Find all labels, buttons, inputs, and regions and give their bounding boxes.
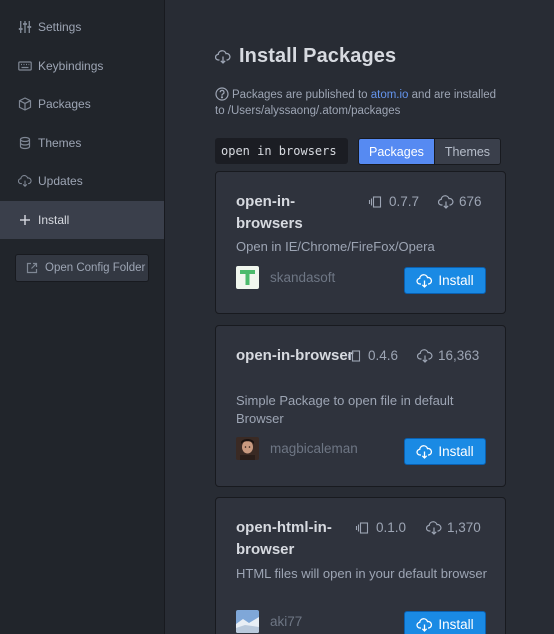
- cloud-download-icon: [426, 520, 442, 535]
- sidebar-item-label: Themes: [38, 136, 82, 150]
- cloud-download-icon: [438, 194, 454, 209]
- package-downloads: 676: [438, 194, 482, 209]
- package-search-input[interactable]: open in browsers: [215, 138, 348, 164]
- cloud-download-icon: [416, 273, 433, 288]
- version-value: 0.4.6: [368, 348, 399, 363]
- package-name[interactable]: open-in-browser: [236, 345, 356, 367]
- cloud-download-icon: [416, 444, 433, 459]
- package-version: 0.4.6: [347, 348, 398, 363]
- install-panel: Install Packages Packages are published …: [165, 0, 554, 634]
- version-value: 0.1.0: [376, 520, 407, 535]
- avatar: [236, 437, 259, 460]
- package-type-toggle: Packages Themes: [358, 138, 502, 165]
- package-version: 0.1.0: [355, 520, 406, 535]
- package-downloads: 1,370: [426, 520, 481, 535]
- sidebar-item-label: Keybindings: [38, 59, 104, 73]
- cloud-download-icon: [214, 49, 233, 68]
- themes-toggle-button[interactable]: Themes: [433, 139, 501, 164]
- page-header: Install Packages: [214, 45, 397, 68]
- paintcan-icon: [17, 135, 33, 151]
- cloud-download-icon: [416, 617, 433, 632]
- install-button[interactable]: Install: [404, 267, 486, 294]
- author-name: skandasoft: [270, 270, 336, 285]
- avatar: [236, 610, 259, 633]
- install-label: Install: [438, 444, 474, 459]
- versions-icon: [368, 195, 382, 208]
- page-title: Install Packages: [239, 45, 397, 67]
- package-name[interactable]: open-in-browsers: [236, 191, 356, 235]
- sidebar-item-updates[interactable]: Updates: [0, 162, 164, 200]
- package-description: Simple Package to open file in default B…: [236, 393, 454, 426]
- install-label: Install: [438, 273, 474, 288]
- sidebar-item-packages[interactable]: Packages: [0, 85, 164, 123]
- author-name: magbicaleman: [270, 441, 358, 456]
- sidebar-item-keybindings[interactable]: Keybindings: [0, 47, 164, 85]
- cloud-download-icon: [17, 173, 33, 189]
- info-prefix: Packages are published to: [232, 89, 371, 101]
- sidebar-item-settings[interactable]: Settings: [0, 8, 164, 46]
- author-name: aki77: [270, 614, 303, 629]
- config-button-label: Open Config Folder: [45, 262, 146, 274]
- sidebar: Settings Keybindings Packages Themes Upd…: [0, 0, 165, 634]
- install-button[interactable]: Install: [404, 438, 486, 465]
- package-version: 0.7.7: [368, 194, 419, 209]
- package-author[interactable]: magbicaleman: [236, 437, 358, 460]
- sidebar-item-label: Updates: [38, 174, 83, 188]
- external-link-icon: [25, 260, 39, 276]
- keyboard-icon: [17, 58, 33, 74]
- package-author[interactable]: aki77: [236, 610, 302, 633]
- versions-icon: [347, 349, 361, 362]
- packages-toggle-button[interactable]: Packages: [359, 139, 434, 164]
- downloads-value: 676: [459, 194, 482, 209]
- package-card[interactable]: open-in-browser 0.4.6 16,363 Simple Pack…: [215, 325, 506, 487]
- sidebar-item-install[interactable]: Install: [0, 201, 164, 239]
- install-button[interactable]: Install: [404, 611, 486, 634]
- install-label: Install: [438, 617, 474, 632]
- downloads-value: 1,370: [447, 520, 481, 535]
- downloads-value: 16,363: [438, 348, 480, 363]
- cloud-download-icon: [417, 348, 433, 363]
- plus-icon: [17, 212, 33, 228]
- install-info-text: Packages are published to atom.io and ar…: [215, 87, 505, 119]
- package-author[interactable]: skandasoft: [236, 266, 335, 289]
- versions-icon: [355, 521, 369, 534]
- open-config-folder-button[interactable]: Open Config Folder: [15, 254, 149, 282]
- package-icon: [17, 96, 33, 112]
- package-card[interactable]: open-html-in-browser 0.1.0 1,370 HTML fi…: [215, 497, 506, 634]
- question-icon: [215, 87, 229, 101]
- settings-view: Settings Keybindings Packages Themes Upd…: [0, 0, 554, 634]
- atom-io-link[interactable]: atom.io: [371, 89, 409, 101]
- package-description: Open in IE/Chrome/FireFox/Opera: [236, 239, 435, 254]
- package-name[interactable]: open-html-in-browser: [236, 517, 356, 561]
- package-downloads: 16,363: [417, 348, 479, 363]
- sidebar-item-label: Install: [38, 213, 70, 227]
- sidebar-item-themes[interactable]: Themes: [0, 124, 164, 162]
- sidebar-item-label: Packages: [38, 97, 91, 111]
- sliders-icon: [17, 19, 33, 35]
- package-description: HTML files will open in your default bro…: [236, 566, 487, 581]
- version-value: 0.7.7: [389, 194, 420, 209]
- sidebar-item-label: Settings: [38, 20, 82, 34]
- package-card[interactable]: open-in-browsers 0.7.7 676 Open in IE/Ch…: [215, 171, 506, 314]
- avatar: [236, 266, 259, 289]
- search-value: open in browsers: [221, 144, 337, 158]
